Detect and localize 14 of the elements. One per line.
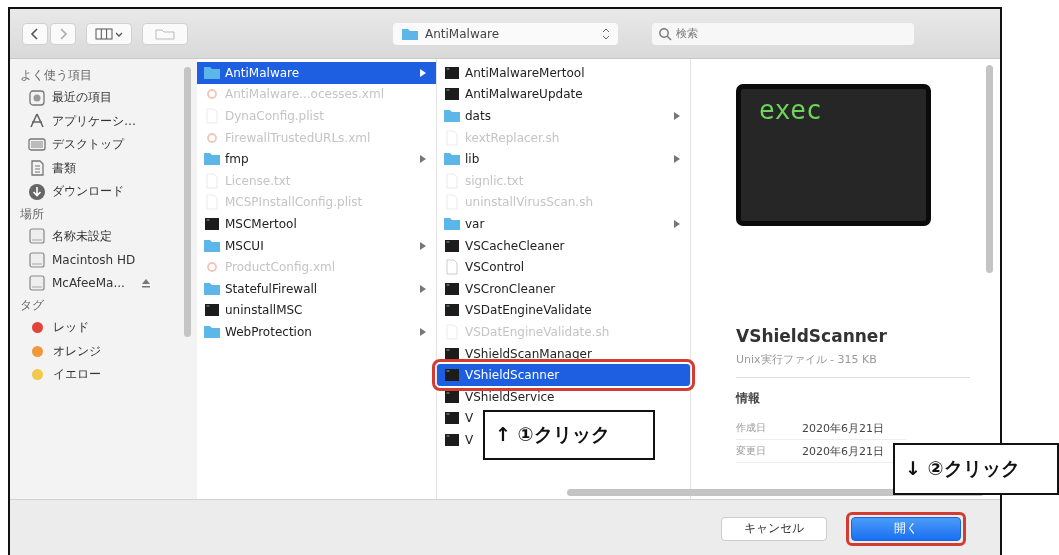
info-label: 作成日 [736, 421, 767, 435]
icon-label: exec [759, 95, 822, 125]
section-header: よく使う項目 [20, 67, 93, 84]
section-header: 場所 [20, 205, 45, 223]
callout-tooltip: ↑ ①クリック [483, 410, 655, 460]
file-kind-size: Unix実行ファイル - 315 KB [736, 352, 878, 367]
file-name: VShieldScanner [736, 326, 888, 346]
info-value: 2020年6月21日 [802, 443, 884, 459]
info-label: 変更日 [736, 444, 767, 458]
callout-tooltip: ↓ ②クリック [893, 443, 1059, 495]
info-heading: 情報 [736, 390, 761, 407]
path-label: AntiMalware [425, 26, 501, 41]
section-header: タグ [20, 297, 45, 314]
info-value: 2020年6月21日 [802, 420, 884, 436]
